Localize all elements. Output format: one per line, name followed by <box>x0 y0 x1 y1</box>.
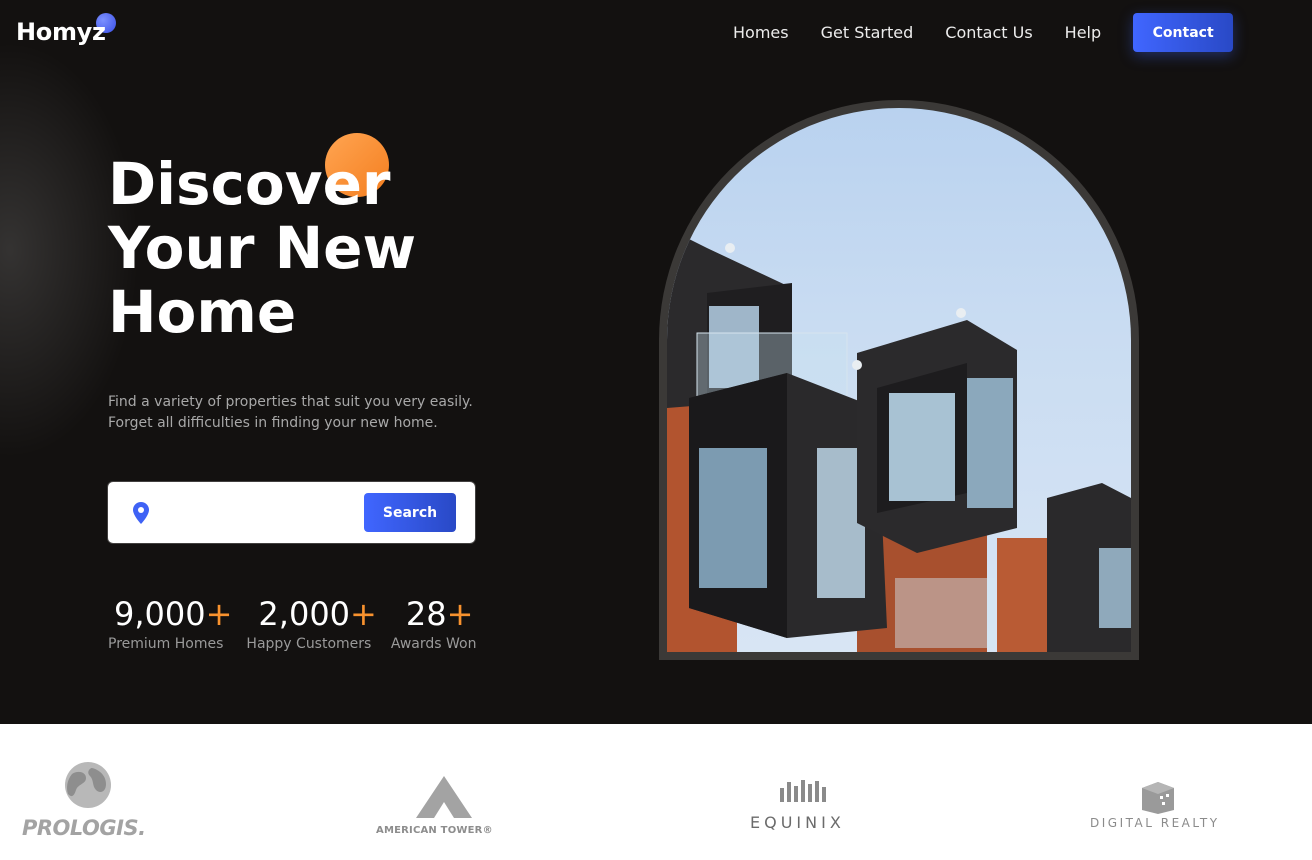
headline-line: Home <box>108 278 297 346</box>
nav-link-help[interactable]: Help <box>1065 23 1101 42</box>
partner-logo-american-tower: AMERICAN TOWER® <box>374 776 519 840</box>
hero-subtext: Find a variety of properties that suit y… <box>108 392 508 434</box>
stat-label: Happy Customers <box>246 636 372 652</box>
nav-link-contact-us[interactable]: Contact Us <box>945 23 1032 42</box>
contact-button[interactable]: Contact <box>1133 13 1234 52</box>
stat-label: Premium Homes <box>108 636 224 652</box>
stats-row: 9,000+ Premium Homes 2,000+ Happy Custom… <box>108 594 490 652</box>
partner-name: PROLOGIS. <box>22 816 146 840</box>
search-input[interactable] <box>159 495 359 531</box>
brand-logo[interactable]: Homyz <box>16 13 116 48</box>
search-bar: Search <box>108 482 475 543</box>
brand-name: Homyz <box>16 18 106 46</box>
signal-wave-icon <box>780 780 826 802</box>
stat-label: Awards Won <box>390 636 477 652</box>
tower-icon <box>416 776 472 818</box>
subtext-line: Find a variety of properties that suit y… <box>108 394 473 410</box>
stat-awards-won: 28+ Awards Won <box>391 594 477 652</box>
subtext-line: Forget all difficulties in finding your … <box>108 415 438 431</box>
stat-value: 2,000+ <box>258 595 377 633</box>
stat-value: 28+ <box>405 595 474 633</box>
location-pin-icon <box>133 502 149 524</box>
cube-icon <box>1142 782 1174 814</box>
stat-premium-homes: 9,000+ Premium Homes <box>108 594 232 652</box>
hero-section: Homyz Homes Get Started Contact Us Help … <box>0 0 1312 724</box>
headline-line: Discover <box>108 150 391 218</box>
partner-logo-digital-realty: DIGITAL REALTY <box>1088 782 1233 838</box>
stat-happy-customers: 2,000+ Happy Customers <box>246 594 376 652</box>
main-nav: Homes Get Started Contact Us Help Contac… <box>733 13 1234 52</box>
partner-name: AMERICAN TOWER® <box>376 825 493 836</box>
hero-image-frame <box>659 100 1139 660</box>
nav-link-get-started[interactable]: Get Started <box>821 23 914 42</box>
search-button[interactable]: Search <box>364 493 456 532</box>
partner-logo-equinix: EQUINIX <box>748 778 858 834</box>
partner-logo-prologis: PROLOGIS. <box>22 760 162 844</box>
hero-building-image <box>667 108 1131 652</box>
partner-name: DIGITAL REALTY <box>1090 816 1220 830</box>
nav-link-homes[interactable]: Homes <box>733 23 789 42</box>
hero-headline: Discover Your New Home <box>108 152 548 344</box>
globe-icon <box>65 762 111 808</box>
partner-name: EQUINIX <box>750 813 845 832</box>
partners-strip: PROLOGIS. AMERICAN TOWER® EQUINIX DIGITA… <box>0 724 1312 860</box>
stat-value: 9,000+ <box>114 595 233 633</box>
headline-line: Your New <box>108 214 417 282</box>
